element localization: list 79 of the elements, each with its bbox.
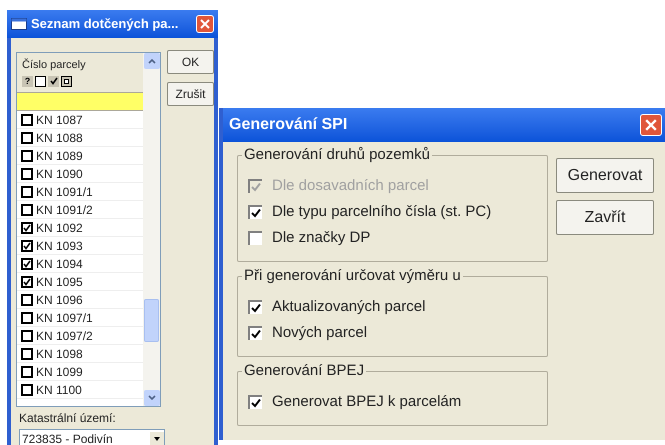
- option-label: Dle značky DP: [272, 228, 370, 248]
- checkbox[interactable]: [21, 366, 33, 378]
- checkbox[interactable]: [21, 204, 33, 216]
- checkbox[interactable]: [248, 326, 262, 340]
- option-label: Aktualizovaných parcel: [272, 296, 426, 317]
- group-title: Generování druhů pozemků: [242, 145, 432, 165]
- close-icon: [200, 19, 210, 29]
- parcel-label: KN 1097/1: [36, 310, 93, 326]
- parcel-label: KN 1090: [36, 166, 83, 182]
- checkbox[interactable]: [248, 395, 262, 409]
- parcel-label: KN 1094: [36, 256, 83, 272]
- option-label: Dle dosavadních parcel: [272, 176, 429, 196]
- checkbox[interactable]: [21, 312, 33, 324]
- checkbox[interactable]: [21, 186, 33, 198]
- dialog-button[interactable]: Zavřít: [556, 200, 654, 235]
- checkbox[interactable]: [21, 240, 33, 252]
- checkbox[interactable]: [21, 222, 33, 234]
- territory-dropdown[interactable]: 723835 - Podivín: [19, 429, 165, 445]
- group-title: Při generování určovat výměru u: [242, 266, 463, 286]
- close-icon: [645, 119, 657, 131]
- checkbox[interactable]: [21, 384, 33, 396]
- chevron-down-icon: [148, 395, 156, 401]
- dialog-button[interactable]: Generovat: [556, 158, 654, 193]
- checkbox[interactable]: [248, 300, 262, 314]
- scrollbar[interactable]: [143, 53, 160, 406]
- checkbox[interactable]: [248, 205, 262, 219]
- parcel-label: KN 1089: [36, 148, 83, 164]
- check-icon: [251, 182, 261, 192]
- checkbox[interactable]: [21, 294, 33, 306]
- check-icon: [23, 224, 31, 232]
- checkbox[interactable]: [21, 348, 33, 360]
- parcel-label: KN 1093: [36, 238, 83, 254]
- check-icon: [23, 260, 31, 268]
- parcel-label: KN 1091/2: [36, 202, 93, 218]
- checked-filter-icon[interactable]: [48, 76, 59, 86]
- checkbox[interactable]: [21, 330, 33, 342]
- scroll-down-button[interactable]: [144, 390, 160, 406]
- scroll-thumb[interactable]: [144, 299, 159, 342]
- checkbox[interactable]: [21, 168, 33, 180]
- check-icon: [251, 398, 261, 408]
- checkbox[interactable]: [21, 258, 33, 270]
- option-label: Dle typu parcelního čísla (st. PC): [272, 202, 492, 222]
- checkbox[interactable]: [21, 114, 33, 126]
- checkbox[interactable]: [21, 276, 33, 288]
- dialog-button[interactable]: Zrušit: [167, 82, 214, 106]
- parcel-label: KN 1092: [36, 220, 83, 236]
- check-icon: [23, 278, 31, 286]
- filter-field[interactable]: [17, 93, 143, 111]
- filter-help-button[interactable]: ?: [22, 76, 33, 86]
- parcel-label: KN 1097/2: [36, 328, 93, 344]
- territory-label: Katastrální území:: [18, 411, 117, 425]
- window-icon: [11, 18, 27, 30]
- option-label: Nových parcel: [272, 322, 368, 343]
- parcel-label: KN 1098: [36, 346, 83, 362]
- parcel-label: KN 1088: [36, 130, 83, 146]
- option-label: Generovat BPEJ k parcelám: [272, 392, 462, 412]
- checkbox[interactable]: [248, 231, 262, 245]
- parcel-label: KN 1099: [36, 364, 83, 380]
- parcel-label: KN 1091/1: [36, 184, 93, 200]
- window-title: Seznam dotčených pa...: [31, 15, 180, 34]
- scroll-up-button[interactable]: [144, 53, 160, 69]
- window-title: Generování SPI: [229, 115, 348, 135]
- parcel-label: KN 1095: [36, 274, 83, 290]
- all-filter-icon[interactable]: [61, 76, 72, 86]
- parcel-label: KN 1096: [36, 292, 83, 308]
- check-icon: [23, 242, 31, 250]
- dialog-button[interactable]: OK: [167, 50, 214, 74]
- check-icon: [251, 208, 261, 218]
- chevron-up-icon: [148, 58, 156, 64]
- checkbox[interactable]: [21, 150, 33, 162]
- close-button[interactable]: [640, 114, 662, 136]
- checkbox[interactable]: [21, 132, 33, 144]
- check-icon: [251, 303, 261, 313]
- check-icon: [251, 329, 261, 339]
- unchecked-filter-icon[interactable]: [35, 76, 46, 86]
- parcel-label: KN 1100: [36, 382, 82, 398]
- column-title: Číslo parcely: [22, 57, 87, 73]
- close-button[interactable]: [196, 15, 214, 33]
- parcel-label: KN 1087: [36, 112, 83, 128]
